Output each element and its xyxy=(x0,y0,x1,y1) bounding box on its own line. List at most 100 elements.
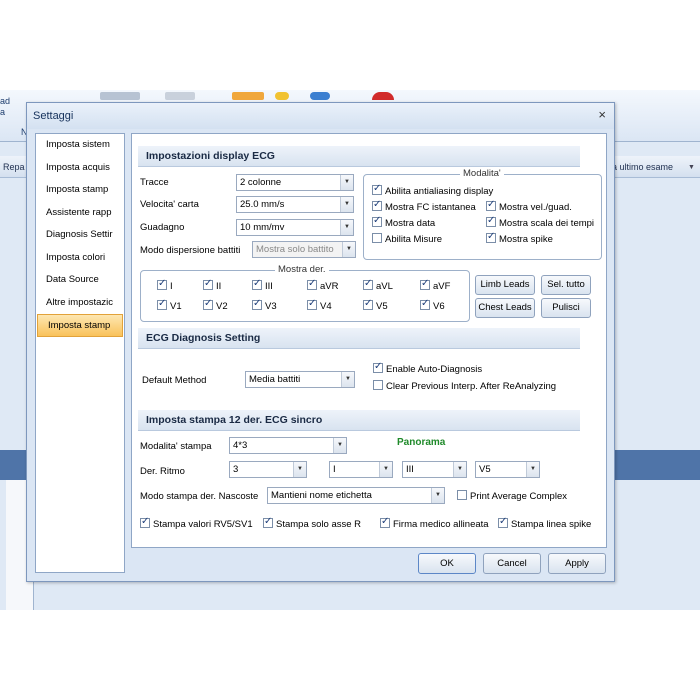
enable-auto-diagnosis-checkbox[interactable]: Enable Auto-Diagnosis xyxy=(373,361,482,375)
nav-item-other-settings[interactable]: Altre impostazic xyxy=(36,292,124,315)
ribbon-wifi-icon[interactable] xyxy=(372,92,394,100)
checkbox-checked-icon[interactable] xyxy=(372,215,382,227)
stampa-rv5-checkbox[interactable]: Stampa valori RV5/SV1 xyxy=(140,516,253,530)
checkbox-checked-icon[interactable] xyxy=(373,361,383,373)
nav-item-diagnosis[interactable]: Diagnosis Settir xyxy=(36,224,124,247)
checkbox-checked-icon[interactable] xyxy=(380,516,390,528)
velocita-select[interactable]: 25.0 mm/s ▼ xyxy=(236,196,354,213)
lead-avr-checkbox[interactable]: aVR xyxy=(307,278,338,292)
nav-item-data-source[interactable]: Data Source xyxy=(36,269,124,292)
lead-v4-checkbox[interactable]: V4 xyxy=(307,298,332,312)
ok-button[interactable]: OK xyxy=(418,553,476,574)
ribbon-active-icon[interactable] xyxy=(232,92,264,100)
nav-item-print[interactable]: Imposta stamp xyxy=(36,179,124,202)
ribbon-star-icon[interactable] xyxy=(275,92,289,100)
checkbox-checked-icon[interactable] xyxy=(363,298,373,310)
background-last-exam-label[interactable]: a ultimo esame xyxy=(612,162,673,172)
ribbon-left-button[interactable]: ad a xyxy=(0,96,16,136)
lead-v2-checkbox[interactable]: V2 xyxy=(203,298,228,312)
cancel-button[interactable]: Cancel xyxy=(483,553,541,574)
lead-v3-checkbox[interactable]: V3 xyxy=(252,298,277,312)
lead-v1-checkbox[interactable]: V1 xyxy=(157,298,182,312)
lead-iii-checkbox[interactable]: III xyxy=(252,278,273,292)
checkbox-checked-icon[interactable] xyxy=(420,278,430,290)
clear-leads-button[interactable]: Pulisci xyxy=(541,298,591,318)
lead-ii-checkbox[interactable]: II xyxy=(203,278,221,292)
ribbon-tool-icon[interactable] xyxy=(100,92,140,100)
der-ritmo-select-3[interactable]: III ▼ xyxy=(402,461,467,478)
checkbox-checked-icon[interactable] xyxy=(203,298,213,310)
scala-tempi-checkbox[interactable]: Mostra scala dei tempi xyxy=(486,215,594,229)
checkbox-checked-icon[interactable] xyxy=(372,199,382,211)
fc-istantanea-checkbox[interactable]: Mostra FC istantanea xyxy=(372,199,476,213)
guadagno-select[interactable]: 10 mm/mv ▼ xyxy=(236,219,354,236)
vel-guad-checkbox[interactable]: Mostra vel./guad. xyxy=(486,199,572,213)
lead-i-checkbox[interactable]: I xyxy=(157,278,173,292)
checkbox-checked-icon[interactable] xyxy=(486,215,496,227)
checkbox-checked-icon[interactable] xyxy=(372,183,382,195)
nav-item-report-assistant[interactable]: Assistente rapp xyxy=(36,202,124,225)
checkbox-unchecked-icon[interactable] xyxy=(372,233,382,243)
chevron-down-icon[interactable]: ▼ xyxy=(453,462,466,477)
chevron-down-icon[interactable]: ▼ xyxy=(333,438,346,453)
der-ritmo-select-4[interactable]: V5 ▼ xyxy=(475,461,540,478)
antialiasing-checkbox[interactable]: Abilita antialiasing display xyxy=(372,183,493,197)
chevron-down-icon[interactable]: ▼ xyxy=(431,488,444,503)
checkbox-checked-icon[interactable] xyxy=(486,199,496,211)
checkbox-checked-icon[interactable] xyxy=(140,516,150,528)
nav-item-system[interactable]: Imposta sistem xyxy=(36,134,124,157)
chevron-down-icon[interactable]: ▼ xyxy=(340,197,353,212)
modo-nascoste-select[interactable]: Mantieni nome etichetta ▼ xyxy=(267,487,445,504)
linea-spike-checkbox[interactable]: Stampa linea spike xyxy=(498,516,591,530)
select-all-button[interactable]: Sel. tutto xyxy=(541,275,591,295)
mostra-spike-checkbox[interactable]: Mostra spike xyxy=(486,231,553,245)
chevron-down-icon[interactable]: ▼ xyxy=(340,175,353,190)
ribbon-globe-icon[interactable] xyxy=(310,92,330,100)
checkbox-checked-icon[interactable] xyxy=(263,516,273,528)
nav-item-colors[interactable]: Imposta colori xyxy=(36,247,124,270)
checkbox-checked-icon[interactable] xyxy=(157,298,167,310)
chevron-down-icon[interactable]: ▼ xyxy=(341,372,354,387)
checkbox-checked-icon[interactable] xyxy=(363,278,373,290)
close-icon[interactable]: × xyxy=(598,107,606,122)
modalita-stampa-select[interactable]: 4*3 ▼ xyxy=(229,437,347,454)
chevron-down-icon[interactable]: ▼ xyxy=(688,164,695,171)
lead-avl-checkbox[interactable]: aVL xyxy=(363,278,393,292)
nav-item-acquisition[interactable]: Imposta acquis xyxy=(36,157,124,180)
chevron-down-icon[interactable]: ▼ xyxy=(340,220,353,235)
apply-button[interactable]: Apply xyxy=(548,553,606,574)
lead-avf-checkbox[interactable]: aVF xyxy=(420,278,450,292)
firma-medico-checkbox[interactable]: Firma medico allineata xyxy=(380,516,489,530)
chevron-down-icon[interactable]: ▼ xyxy=(526,462,539,477)
clear-previous-checkbox[interactable]: Clear Previous Interp. After ReAnalyzing xyxy=(373,380,556,392)
dialog-titlebar[interactable]: Settaggi × xyxy=(27,103,614,129)
mostra-data-checkbox[interactable]: Mostra data xyxy=(372,215,435,229)
abilita-misure-checkbox[interactable]: Abilita Misure xyxy=(372,233,442,245)
chest-leads-button[interactable]: Chest Leads xyxy=(475,298,535,318)
checkbox-checked-icon[interactable] xyxy=(498,516,508,528)
tracce-select[interactable]: 2 colonne ▼ xyxy=(236,174,354,191)
checkbox-checked-icon[interactable] xyxy=(203,278,213,290)
default-method-select[interactable]: Media battiti ▼ xyxy=(245,371,355,388)
checkbox-checked-icon[interactable] xyxy=(486,231,496,243)
checkbox-checked-icon[interactable] xyxy=(420,298,430,310)
chevron-down-icon[interactable]: ▼ xyxy=(379,462,392,477)
print-average-checkbox[interactable]: Print Average Complex xyxy=(457,490,567,502)
checkbox-checked-icon[interactable] xyxy=(307,298,317,310)
lead-v6-checkbox[interactable]: V6 xyxy=(420,298,445,312)
lead-v5-checkbox[interactable]: V5 xyxy=(363,298,388,312)
ribbon-chart-icon[interactable] xyxy=(165,92,195,100)
checkbox-checked-icon[interactable] xyxy=(307,278,317,290)
checkbox-checked-icon[interactable] xyxy=(157,278,167,290)
limb-leads-button[interactable]: Limb Leads xyxy=(475,275,535,295)
nav-item-print-active[interactable]: Imposta stamp xyxy=(37,314,123,337)
stampa-asse-r-checkbox[interactable]: Stampa solo asse R xyxy=(263,516,361,530)
der-ritmo-select-2[interactable]: I ▼ xyxy=(329,461,393,478)
checkbox-unchecked-icon[interactable] xyxy=(457,490,467,500)
der-ritmo-select-1[interactable]: 3 ▼ xyxy=(229,461,307,478)
checkbox-checked-icon[interactable] xyxy=(252,298,262,310)
checkbox-checked-icon[interactable] xyxy=(252,278,262,290)
checkbox-unchecked-icon[interactable] xyxy=(373,380,383,390)
background-report-label[interactable]: Repa xyxy=(3,162,25,172)
chevron-down-icon[interactable]: ▼ xyxy=(293,462,306,477)
